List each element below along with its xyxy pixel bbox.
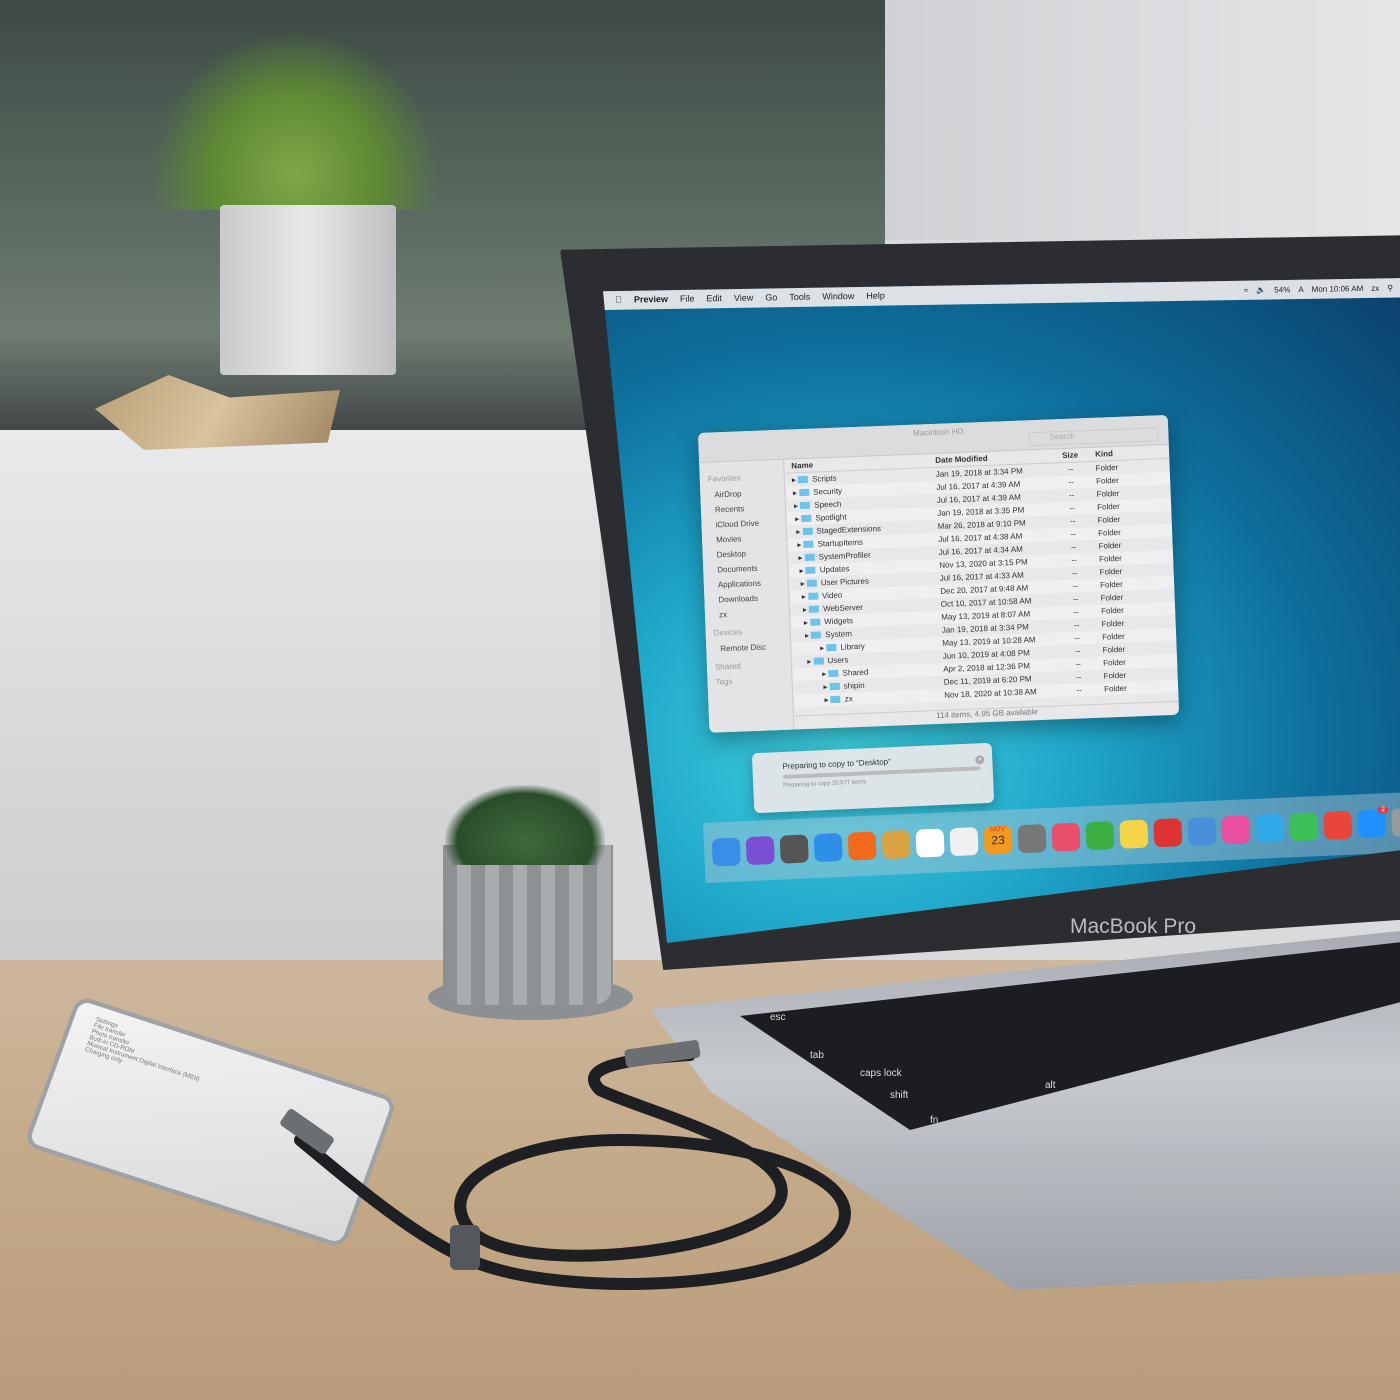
cable-connector-laptop [624, 1040, 701, 1068]
usb-c-cable [280, 1040, 851, 1290]
cable-path [294, 1049, 851, 1290]
cable-tie [450, 1225, 480, 1270]
